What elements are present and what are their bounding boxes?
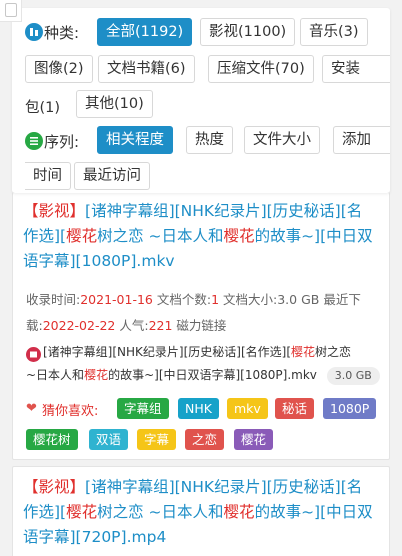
type-label: 种类: — [44, 24, 80, 42]
sort-chip-recent[interactable]: 最近访问 — [74, 162, 150, 190]
type-chip-other[interactable]: 其他(10) — [76, 90, 153, 118]
type-chip-all[interactable]: 全部(1192) — [97, 18, 193, 46]
file-path: [诸神字幕组][NHK纪录片][历史秘话][名作选][樱花树之恋 — [43, 345, 352, 359]
indexed-date: 2021-01-16 — [80, 292, 153, 307]
sort-chip-added-wrap[interactable]: 时间 — [25, 162, 71, 190]
result-meta: 收录时间:2021-01-16 文档个数:1 文档大小:3.0 GB 最近下 载… — [26, 292, 361, 333]
tag-pill[interactable]: 樱花树 — [26, 429, 78, 450]
sort-chip-size[interactable]: 文件大小 — [244, 126, 320, 154]
filter-panel: 种类: 全部(1192) 影视(1100) 音乐(3) 图像(2) 文档书籍(6… — [12, 8, 390, 193]
result-category-tag: 【影视】 — [23, 202, 86, 220]
tag-pill[interactable]: 字幕组 — [117, 398, 169, 419]
tag-pill[interactable]: NHK — [178, 398, 219, 419]
tag-pill[interactable]: 樱花 — [234, 429, 274, 450]
sort-chip-added[interactable]: 添加 — [333, 126, 390, 154]
result-title[interactable]: 【影视】[诸神字幕组][NHK纪录片][历史秘话][名 作选][樱花树之恋 ~日… — [23, 199, 385, 274]
type-chip-music[interactable]: 音乐(3) — [300, 18, 368, 46]
file-count: 1 — [211, 292, 220, 307]
category-icon — [25, 23, 43, 41]
tag-pill[interactable]: 双语 — [89, 429, 129, 450]
sort-icon — [25, 132, 43, 150]
type-chip-installer[interactable]: 安装 — [322, 55, 390, 83]
type-chip-video[interactable]: 影视(1100) — [200, 18, 296, 46]
result-card: 【影视】[诸神字幕组][NHK纪录片][历史秘话][名 作选][樱花树之恋 ~日… — [12, 466, 390, 556]
magnet-link[interactable]: 磁力链接 — [176, 318, 226, 333]
tag-pill[interactable]: mkv — [227, 398, 268, 419]
heart-icon: ❤ — [26, 401, 37, 416]
result-title[interactable]: 【影视】[诸神字幕组][NHK纪录片][历史秘话][名 作选][樱花树之恋 ~日… — [23, 475, 385, 550]
sort-chip-hot[interactable]: 热度 — [186, 126, 233, 154]
result-category-tag: 【影视】 — [23, 478, 86, 496]
sort-label: 序列: — [44, 133, 80, 151]
tag-pill[interactable]: 字幕 — [137, 429, 177, 450]
type-chip-archive[interactable]: 压缩文件(70) — [208, 55, 314, 83]
tag-pill[interactable]: 秘话 — [275, 398, 315, 419]
frame-icon — [5, 3, 17, 17]
file-size-badge: 3.0 GB — [326, 367, 380, 385]
recent-download-date: 2022-02-22 — [42, 318, 116, 333]
file-path-cont: ~日本人和樱花的故事~][中日双语字幕][1080P].mkv 3.0 GB — [26, 365, 380, 386]
video-file-icon — [26, 347, 41, 362]
tag-pill[interactable]: 之恋 — [185, 429, 225, 450]
window-corner — [0, 0, 22, 22]
popularity: 221 — [148, 318, 173, 333]
sort-chip-relevance[interactable]: 相关程度 — [97, 126, 173, 154]
type-chip-docs[interactable]: 文档书籍(6) — [98, 55, 195, 83]
like-label: 猜你喜欢: — [42, 404, 99, 419]
result-card: 【影视】[诸神字幕组][NHK纪录片][历史秘话][名 作选][樱花树之恋 ~日… — [12, 192, 390, 460]
type-chip-image[interactable]: 图像(2) — [25, 55, 93, 83]
tag-pill[interactable]: 1080P — [323, 398, 377, 419]
type-chip-installer-wrap[interactable]: 包(1) — [25, 96, 60, 117]
